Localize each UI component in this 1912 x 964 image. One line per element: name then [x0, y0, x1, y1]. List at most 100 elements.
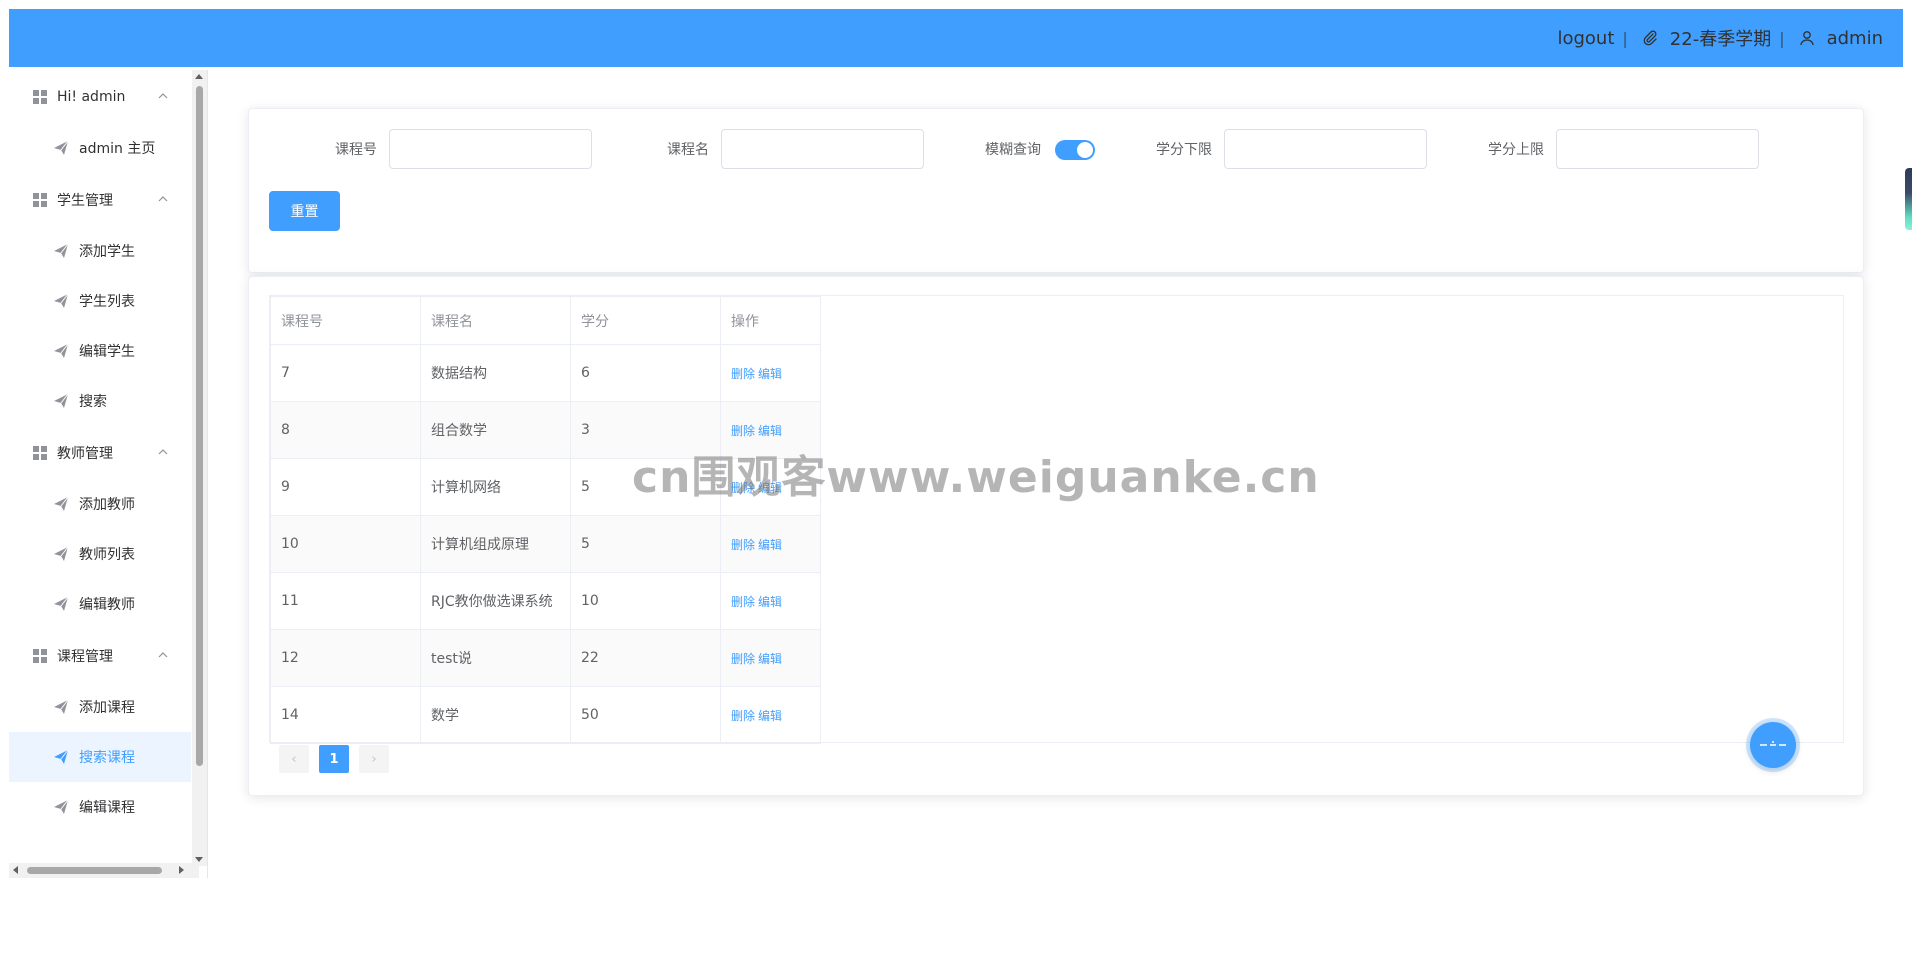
credit-min-label: 学分下限 — [1156, 142, 1212, 158]
paper-plane-icon — [54, 393, 69, 408]
sidebar-item-edit-teacher[interactable]: 编辑教师 — [9, 579, 191, 629]
delete-link[interactable]: 删除 — [731, 595, 755, 609]
cell-actions: 删除 编辑 — [720, 572, 821, 630]
user-name[interactable]: admin — [1827, 28, 1883, 49]
cell-credit: 22 — [570, 629, 721, 687]
scroll-down-arrow-icon[interactable] — [195, 857, 203, 862]
delete-link[interactable]: 删除 — [731, 538, 755, 552]
table-row: 10 计算机组成原理 5 删除 编辑 — [270, 515, 821, 573]
search-form-card: 课程号 课程名 模糊查询 学分下限 学分上限 重置 — [248, 108, 1864, 273]
course-name-input[interactable] — [721, 129, 924, 169]
cell-course-name: 数据结构 — [420, 344, 571, 402]
menu-group-teachers[interactable]: 教师管理 — [9, 426, 191, 479]
delete-link[interactable]: 删除 — [731, 652, 755, 666]
edit-link[interactable]: 编辑 — [758, 367, 782, 381]
sidebar-item-edit-student[interactable]: 编辑学生 — [9, 326, 191, 376]
delete-link[interactable]: 删除 — [731, 424, 755, 438]
menu-group-label: Hi! admin — [57, 88, 126, 105]
sidebar: Hi! admin admin 主页 学生管理 添加学生 学生列表 编辑学生 搜… — [9, 70, 208, 878]
cell-course-id: 11 — [270, 572, 421, 630]
edit-link[interactable]: 编辑 — [758, 652, 782, 666]
menu-group-label: 学生管理 — [57, 192, 113, 209]
delete-link[interactable]: 删除 — [731, 709, 755, 723]
edit-link[interactable]: 编辑 — [758, 595, 782, 609]
paper-plane-icon — [54, 596, 69, 611]
header-separator: | — [1622, 28, 1628, 48]
header-separator: | — [1779, 28, 1785, 48]
logout-link[interactable]: logout — [1557, 28, 1614, 49]
credit-min-input[interactable] — [1224, 129, 1427, 169]
paper-plane-icon — [54, 343, 69, 358]
cell-course-name: 计算机网络 — [420, 458, 571, 516]
sidebar-item-search[interactable]: 搜索 — [9, 376, 191, 426]
sidebar-item-label: 搜索课程 — [79, 750, 135, 766]
sidebar-item-add-student[interactable]: 添加学生 — [9, 226, 191, 276]
paper-plane-icon — [54, 749, 69, 764]
scroll-left-arrow-icon[interactable] — [13, 866, 18, 874]
paperclip-icon — [1640, 28, 1660, 48]
sidebar-item-label: 教师列表 — [79, 547, 135, 563]
table-row: 14 数学 50 删除 编辑 — [270, 686, 821, 744]
sidebar-item-edit-course[interactable]: 编辑课程 — [9, 782, 191, 832]
delete-link[interactable]: 删除 — [731, 367, 755, 381]
grid-icon — [33, 89, 47, 104]
sidebar-item-label: admin 主页 — [79, 141, 156, 157]
chevron-up-icon — [158, 196, 168, 202]
menu-group-courses[interactable]: 课程管理 — [9, 629, 191, 682]
scrollbar-thumb[interactable] — [27, 867, 162, 874]
sidebar-item-teacher-list[interactable]: 教师列表 — [9, 529, 191, 579]
course-id-label: 课程号 — [335, 142, 377, 158]
edge-widget-handle[interactable] — [1905, 168, 1912, 230]
scrollbar-thumb[interactable] — [196, 86, 203, 766]
paper-plane-icon — [54, 293, 69, 308]
page-number-button[interactable]: 1 — [319, 745, 349, 773]
menu-group-welcome[interactable]: Hi! admin — [9, 70, 191, 123]
column-header-actions: 操作 — [720, 296, 821, 345]
edit-link[interactable]: 编辑 — [758, 709, 782, 723]
menu-group-students[interactable]: 学生管理 — [9, 173, 191, 226]
reset-button[interactable]: 重置 — [269, 191, 340, 231]
top-header: logout | 22-春季学期 | admin — [9, 9, 1903, 67]
cell-course-id: 9 — [270, 458, 421, 516]
menu-group-label: 课程管理 — [57, 648, 113, 665]
table-header-row: 课程号 课程名 学分 操作 — [270, 296, 821, 345]
chevron-up-icon — [158, 93, 168, 99]
cell-credit: 5 — [570, 515, 721, 573]
paper-plane-icon — [54, 699, 69, 714]
edit-link[interactable]: 编辑 — [758, 424, 782, 438]
credit-max-label: 学分上限 — [1488, 142, 1544, 158]
course-table: 课程号 课程名 学分 操作 7 数据结构 6 删除 编辑 8 组合数学 3 删除编 — [270, 296, 821, 744]
cell-course-id: 10 — [270, 515, 421, 573]
prev-page-button[interactable]: ‹ — [279, 745, 309, 773]
credit-max-input[interactable] — [1556, 129, 1759, 169]
floating-assistant-button[interactable] — [1750, 722, 1796, 768]
sidebar-item-admin-home[interactable]: admin 主页 — [9, 123, 191, 173]
fuzzy-query-switch[interactable] — [1055, 140, 1095, 160]
cell-course-id: 14 — [270, 686, 421, 744]
scroll-up-arrow-icon[interactable] — [195, 74, 203, 79]
cell-credit: 50 — [570, 686, 721, 744]
course-name-label: 课程名 — [667, 142, 709, 158]
sidebar-item-label: 搜索 — [79, 394, 107, 410]
cell-course-id: 8 — [270, 401, 421, 459]
table-row: 12 test说 22 删除 编辑 — [270, 629, 821, 687]
sidebar-item-student-list[interactable]: 学生列表 — [9, 276, 191, 326]
paper-plane-icon — [54, 140, 69, 155]
sidebar-item-label: 添加教师 — [79, 497, 135, 513]
sidebar-menu: Hi! admin admin 主页 学生管理 添加学生 学生列表 编辑学生 搜… — [9, 70, 191, 832]
cell-actions: 删除 编辑 — [720, 515, 821, 573]
term-label: 22-春季学期 — [1669, 29, 1772, 50]
scroll-right-arrow-icon[interactable] — [179, 866, 184, 874]
cell-course-name: test说 — [420, 629, 571, 687]
sidebar-item-add-course[interactable]: 添加课程 — [9, 682, 191, 732]
sidebar-vertical-scrollbar[interactable] — [192, 70, 207, 866]
paper-plane-icon — [54, 496, 69, 511]
sidebar-item-add-teacher[interactable]: 添加教师 — [9, 479, 191, 529]
edit-link[interactable]: 编辑 — [758, 538, 782, 552]
next-page-button[interactable]: › — [359, 745, 389, 773]
course-id-input[interactable] — [389, 129, 592, 169]
sidebar-item-label: 添加课程 — [79, 700, 135, 716]
sidebar-horizontal-scrollbar[interactable] — [9, 863, 199, 878]
sidebar-item-search-course[interactable]: 搜索课程 — [9, 732, 191, 782]
watermark-text: cn围观客www.weiguanke.cn — [632, 452, 1320, 503]
